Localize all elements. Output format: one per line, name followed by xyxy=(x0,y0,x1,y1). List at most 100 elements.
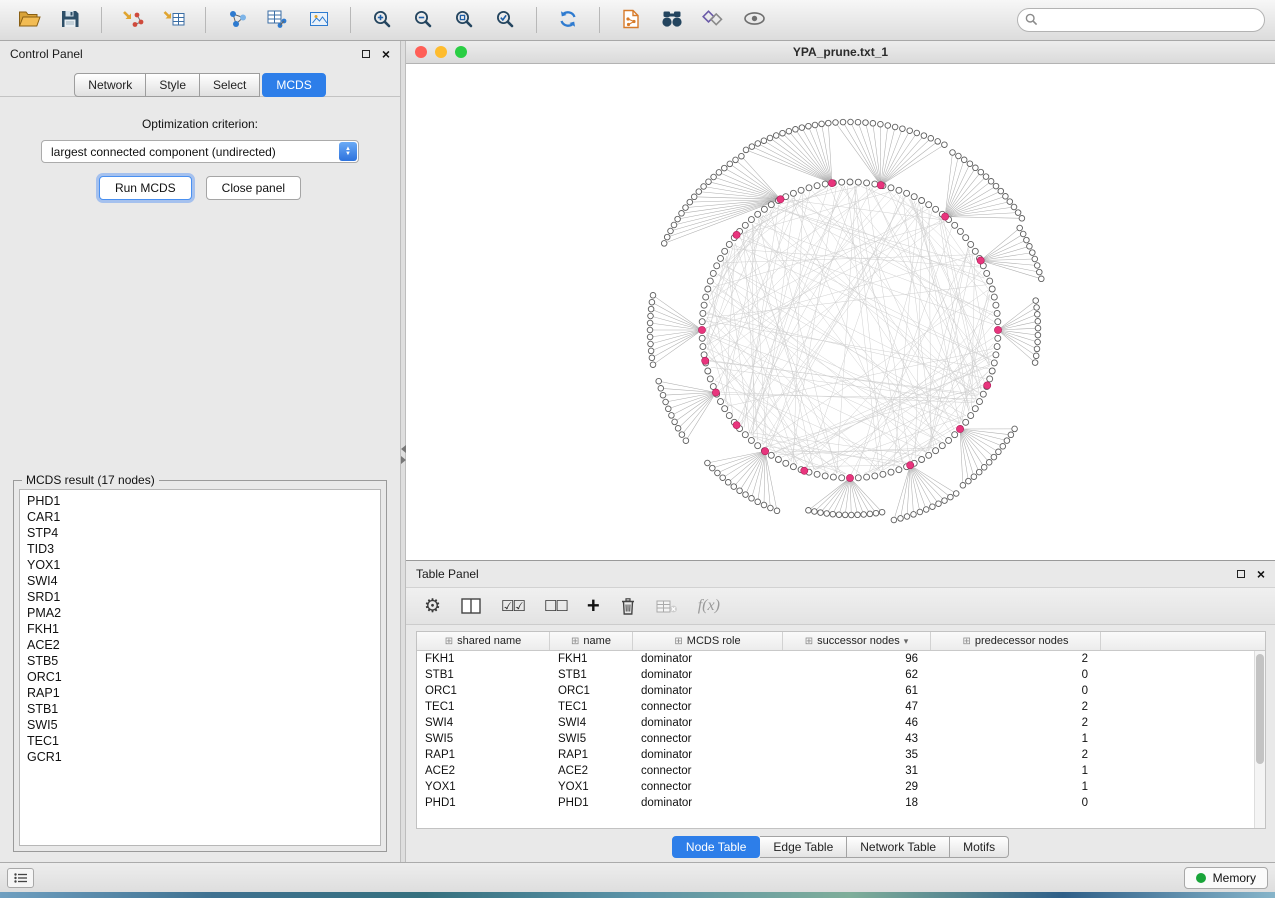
export-image-button[interactable] xyxy=(300,4,338,36)
table-cell: SWI5 xyxy=(417,733,550,745)
table-row[interactable]: FKH1FKH1dominator962 xyxy=(417,651,1265,667)
tab-network[interactable]: Network xyxy=(74,73,146,97)
mcds-result-item[interactable]: SRD1 xyxy=(27,589,373,605)
import-table-button[interactable] xyxy=(155,4,193,36)
find-button[interactable] xyxy=(653,4,691,36)
close-panel-icon[interactable]: × xyxy=(382,49,390,59)
zoom-in-icon xyxy=(372,9,392,32)
column-header-predecessor-nodes[interactable]: ⊞predecessor nodes xyxy=(931,632,1101,650)
mcds-result-item[interactable]: PMA2 xyxy=(27,605,373,621)
function-builder-button[interactable]: f(x) xyxy=(698,597,720,615)
table-cell: connector xyxy=(633,701,783,713)
table-cell: FKH1 xyxy=(550,653,633,665)
tab-network-table[interactable]: Network Table xyxy=(847,836,950,858)
table-cell: dominator xyxy=(633,653,783,665)
table-cell: 18 xyxy=(783,797,931,809)
memory-label: Memory xyxy=(1213,871,1256,885)
open-session-button[interactable] xyxy=(10,4,48,36)
table-cell: PHD1 xyxy=(417,797,550,809)
select-all-columns-button[interactable]: ☑☑ xyxy=(501,597,524,615)
column-header-successor-nodes[interactable]: ⊞successor nodes▾ xyxy=(783,632,931,650)
mcds-result-item[interactable]: STP4 xyxy=(27,525,373,541)
mcds-result-item[interactable]: GCR1 xyxy=(27,749,373,765)
mcds-result-item[interactable]: SWI5 xyxy=(27,717,373,733)
column-header-MCDS-role[interactable]: ⊞MCDS role xyxy=(633,632,783,650)
share-document-button[interactable] xyxy=(612,4,650,36)
table-cell: ORC1 xyxy=(550,685,633,697)
zoom-fit-button[interactable] xyxy=(445,4,483,36)
close-panel-button[interactable]: Close panel xyxy=(206,176,301,200)
table-row[interactable]: SWI4SWI4dominator462 xyxy=(417,715,1265,731)
table-row[interactable]: ACE2ACE2connector311 xyxy=(417,763,1265,779)
table-row[interactable]: RAP1RAP1dominator352 xyxy=(417,747,1265,763)
memory-button[interactable]: Memory xyxy=(1184,867,1268,889)
create-column-button[interactable]: + xyxy=(587,596,600,616)
table-cell: PHD1 xyxy=(550,797,633,809)
float-panel-icon[interactable] xyxy=(362,50,370,58)
close-panel-icon[interactable]: × xyxy=(1257,569,1265,579)
import-network-button[interactable] xyxy=(114,4,152,36)
column-header-shared-name[interactable]: ⊞shared name xyxy=(417,632,550,650)
mcds-result-item[interactable]: YOX1 xyxy=(27,557,373,573)
network-canvas[interactable] xyxy=(406,64,1275,560)
table-settings-button[interactable]: ⚙ xyxy=(424,597,441,616)
minimize-window-icon[interactable] xyxy=(435,46,447,58)
table-cell: dominator xyxy=(633,717,783,729)
tab-select[interactable]: Select xyxy=(200,73,260,97)
mcds-result-item[interactable]: RAP1 xyxy=(27,685,373,701)
delete-column-button[interactable] xyxy=(620,597,636,615)
annotation-button[interactable] xyxy=(694,4,732,36)
scrollbar-thumb[interactable] xyxy=(1256,654,1264,764)
run-mcds-button[interactable]: Run MCDS xyxy=(99,176,192,200)
mcds-result-item[interactable]: TID3 xyxy=(27,541,373,557)
optimization-criterion-select[interactable]: largest connected component (undirected)… xyxy=(41,140,359,163)
table-cell: RAP1 xyxy=(417,749,550,761)
mcds-result-group: MCDS result (17 nodes) PHD1CAR1STP4TID3Y… xyxy=(13,480,387,852)
search-input[interactable] xyxy=(1017,8,1265,32)
mcds-result-item[interactable]: PHD1 xyxy=(27,493,373,509)
table-cell: 61 xyxy=(783,685,931,697)
new-network-button[interactable] xyxy=(218,4,256,36)
control-panel: Control Panel × NetworkStyleSelectMCDS O… xyxy=(0,41,400,862)
table-row[interactable]: TEC1TEC1connector472 xyxy=(417,699,1265,715)
deselect-all-columns-button[interactable]: ☐☐ xyxy=(544,597,567,615)
table-row[interactable]: PHD1PHD1dominator180 xyxy=(417,795,1265,811)
mcds-result-item[interactable]: FKH1 xyxy=(27,621,373,637)
table-cell: YOX1 xyxy=(550,781,633,793)
mcds-result-item[interactable]: STB5 xyxy=(27,653,373,669)
save-session-button[interactable] xyxy=(51,4,89,36)
table-row[interactable]: STB1STB1dominator620 xyxy=(417,667,1265,683)
table-scrollbar[interactable] xyxy=(1254,651,1265,828)
maximize-window-icon[interactable] xyxy=(455,46,467,58)
show-columns-button[interactable] xyxy=(461,598,481,614)
table-panel: Table Panel × ⚙ ☑☑ ☐☐ + f(x) xyxy=(406,561,1275,862)
new-table-button[interactable] xyxy=(259,4,297,36)
mcds-result-item[interactable]: CAR1 xyxy=(27,509,373,525)
table-row[interactable]: YOX1YOX1connector291 xyxy=(417,779,1265,795)
task-history-button[interactable] xyxy=(7,868,34,888)
mcds-result-item[interactable]: STB1 xyxy=(27,701,373,717)
show-hide-button[interactable] xyxy=(735,4,773,36)
mcds-result-item[interactable]: TEC1 xyxy=(27,733,373,749)
tab-node-table[interactable]: Node Table xyxy=(672,836,761,858)
zoom-selected-button[interactable] xyxy=(486,4,524,36)
mcds-result-item[interactable]: SWI4 xyxy=(27,573,373,589)
tab-style[interactable]: Style xyxy=(146,73,200,97)
table-row[interactable]: SWI5SWI5connector431 xyxy=(417,731,1265,747)
tab-edge-table[interactable]: Edge Table xyxy=(760,836,847,858)
mcds-result-item[interactable]: ACE2 xyxy=(27,637,373,653)
delete-table-button[interactable] xyxy=(656,599,678,614)
close-window-icon[interactable] xyxy=(415,46,427,58)
binoculars-icon xyxy=(660,10,684,31)
main-area: Control Panel × NetworkStyleSelectMCDS O… xyxy=(0,41,1275,862)
network-graph[interactable] xyxy=(406,64,1275,560)
zoom-in-button[interactable] xyxy=(363,4,401,36)
mcds-result-item[interactable]: ORC1 xyxy=(27,669,373,685)
float-panel-icon[interactable] xyxy=(1237,570,1245,578)
column-header-name[interactable]: ⊞name xyxy=(550,632,633,650)
tab-motifs[interactable]: Motifs xyxy=(950,836,1009,858)
zoom-out-button[interactable] xyxy=(404,4,442,36)
tab-mcds[interactable]: MCDS xyxy=(262,73,325,97)
table-row[interactable]: ORC1ORC1dominator610 xyxy=(417,683,1265,699)
apply-layout-button[interactable] xyxy=(549,4,587,36)
